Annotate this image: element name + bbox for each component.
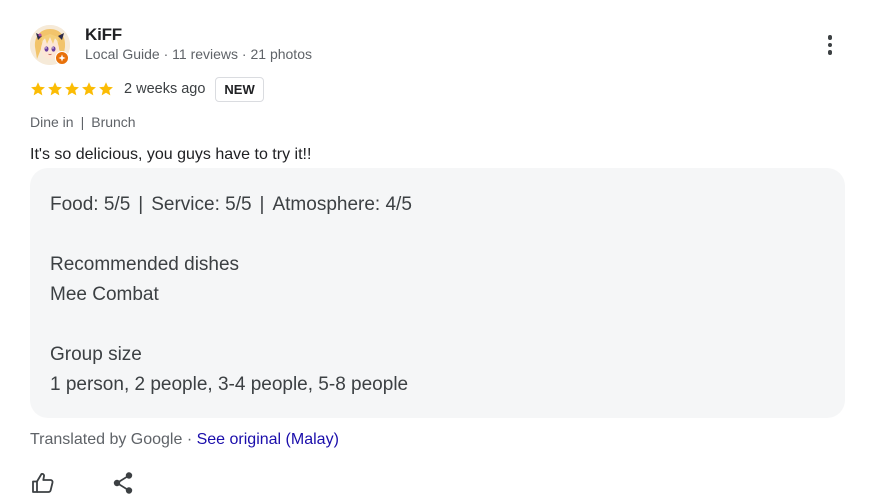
star-icon (31, 82, 45, 96)
star-icon (99, 82, 113, 96)
service-rating: Service: 5/5 (151, 194, 252, 215)
rating-separator: | (138, 194, 144, 215)
rating-row: 2 weeks ago NEW (30, 76, 264, 102)
more-vertical-icon (827, 35, 833, 40)
group-size-title: Group size (50, 344, 142, 365)
recommended-dishes-value: Mee Combat (50, 284, 159, 305)
translated-by-label: Translated by Google · (30, 431, 197, 448)
star-icon (65, 82, 79, 96)
avatar[interactable] (30, 25, 70, 65)
like-button[interactable] (30, 470, 56, 496)
review-time: 2 weeks ago (124, 81, 206, 97)
reviewer-meta[interactable]: Local Guide · 11 reviews · 21 photos (85, 46, 312, 62)
more-dot (827, 42, 833, 48)
see-original-link[interactable]: See original (Malay) (197, 431, 339, 448)
translation-note: Translated by Google · See original (Mal… (30, 431, 339, 449)
share-icon (113, 472, 133, 494)
review-details-panel: Food: 5/5 | Service: 5/5 | Atmosphere: 4/5 R… (30, 168, 845, 418)
food-rating: Food: 5/5 (50, 194, 131, 215)
star-icon (82, 82, 96, 96)
local-guide-badge-icon (55, 51, 69, 65)
thumbs-up-icon (32, 473, 54, 493)
review-text: It's so delicious, you guys have to try … (30, 146, 312, 163)
more-options-button[interactable] (818, 30, 842, 60)
new-badge: NEW (215, 76, 264, 102)
aspect-ratings: Food: 5/5 | Service: 5/5 | Atmosphere: 4/5 (50, 190, 825, 220)
tag-separator: | (80, 114, 85, 130)
tag-dine-in: Dine in (30, 114, 74, 130)
visit-tags: Dine in | Brunch (30, 114, 136, 130)
star-icon (48, 82, 62, 96)
share-button[interactable] (110, 470, 136, 496)
rating-separator: | (259, 194, 265, 215)
group-size-value: 1 person, 2 people, 3-4 people, 5-8 peop… (50, 374, 409, 395)
atmosphere-rating: Atmosphere: 4/5 (272, 194, 412, 215)
star-rating (30, 81, 114, 97)
reviewer-name[interactable]: KiFF (85, 25, 122, 45)
recommended-dishes-title: Recommended dishes (50, 254, 240, 275)
tag-brunch: Brunch (91, 114, 136, 130)
more-dot (827, 50, 833, 55)
